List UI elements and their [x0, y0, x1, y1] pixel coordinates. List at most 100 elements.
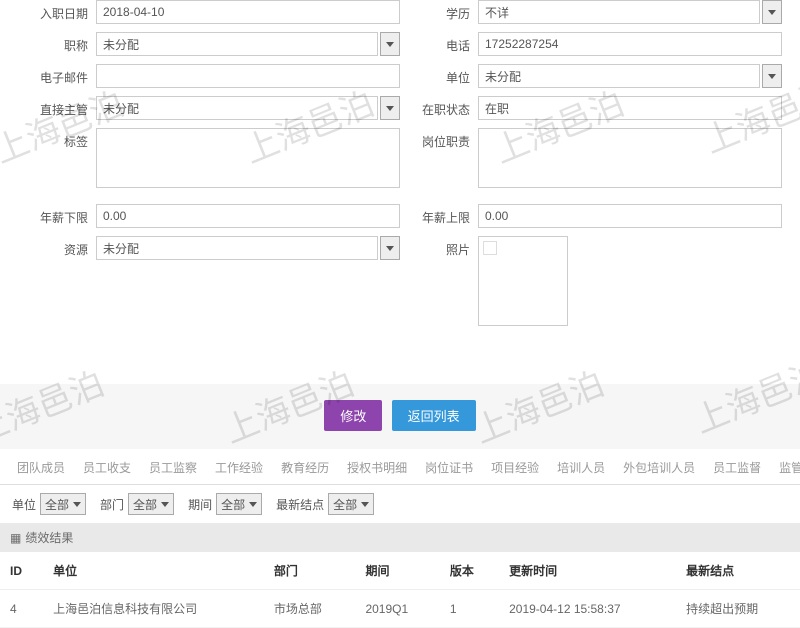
- select-job-title[interactable]: [96, 32, 378, 56]
- table-header-cell: 最新结点: [676, 552, 800, 590]
- results-title: 绩效结果: [25, 529, 73, 546]
- textarea-job-desc[interactable]: [478, 128, 782, 188]
- dropdown-education[interactable]: [762, 0, 782, 24]
- filter-select-unit[interactable]: 全部: [40, 493, 86, 515]
- field-resource: 资源: [18, 236, 400, 260]
- list-icon: ▦: [10, 531, 21, 545]
- tab-7[interactable]: 项目经验: [482, 453, 548, 484]
- label-hire-date: 入职日期: [18, 0, 96, 22]
- table-header-cell: 更新时间: [499, 552, 676, 590]
- table-header-cell: 期间: [355, 552, 439, 590]
- filter-latest: 最新结点 全部: [276, 493, 374, 515]
- table-header-cell: ID: [0, 552, 43, 590]
- filter-label-dept: 部门: [100, 496, 124, 513]
- input-email[interactable]: [96, 64, 400, 88]
- results-header: ▦ 绩效结果: [0, 523, 800, 552]
- input-salary-high[interactable]: [478, 204, 782, 228]
- tab-9[interactable]: 外包培训人员: [614, 453, 704, 484]
- select-supervisor[interactable]: [96, 96, 378, 120]
- tab-4[interactable]: 教育经历: [272, 453, 338, 484]
- select-unit[interactable]: [478, 64, 760, 88]
- filter-value-unit: 全部: [45, 496, 69, 513]
- tab-1[interactable]: 员工收支: [74, 453, 140, 484]
- tab-5[interactable]: 授权书明细: [338, 453, 416, 484]
- label-salary-high: 年薪上限: [400, 204, 478, 226]
- field-tags: 标签: [18, 128, 400, 188]
- table-header-cell: 单位: [43, 552, 264, 590]
- select-education[interactable]: [478, 0, 760, 24]
- chevron-down-icon: [386, 246, 394, 251]
- label-phone: 电话: [400, 32, 478, 54]
- filter-unit: 单位 全部: [12, 493, 86, 515]
- chevron-down-icon: [386, 42, 394, 47]
- input-phone[interactable]: [478, 32, 782, 56]
- form-area: 入职日期 职称 电子邮件 直接主管 标签 年薪下: [0, 0, 800, 344]
- edit-button[interactable]: 修改: [324, 400, 382, 431]
- field-status: 在职状态: [400, 96, 782, 120]
- table-row[interactable]: 4上海邑泊信息科技有限公司市场总部2019Q112019-04-12 15:58…: [0, 590, 800, 628]
- input-salary-low[interactable]: [96, 204, 400, 228]
- back-button[interactable]: 返回列表: [392, 400, 476, 431]
- field-salary-high: 年薪上限: [400, 204, 782, 228]
- tab-8[interactable]: 培训人员: [548, 453, 614, 484]
- filter-dept: 部门 全部: [100, 493, 174, 515]
- field-education: 学历: [400, 0, 782, 24]
- filter-value-period: 全部: [221, 496, 245, 513]
- input-hire-date[interactable]: [96, 0, 400, 24]
- filter-bar: 单位 全部 部门 全部 期间 全部 最新结点 全部: [0, 485, 800, 523]
- table-cell: 2019-04-12 15:58:37: [499, 590, 676, 628]
- select-resource[interactable]: [96, 236, 378, 260]
- filter-label-period: 期间: [188, 496, 212, 513]
- field-supervisor: 直接主管: [18, 96, 400, 120]
- filter-select-dept[interactable]: 全部: [128, 493, 174, 515]
- label-job-desc: 岗位职责: [400, 128, 478, 150]
- table-cell: 1: [440, 590, 499, 628]
- dropdown-supervisor[interactable]: [380, 96, 400, 120]
- field-hire-date: 入职日期: [18, 0, 400, 24]
- chevron-down-icon: [249, 502, 257, 507]
- tab-10[interactable]: 员工监督: [704, 453, 770, 484]
- photo-box[interactable]: [478, 236, 568, 326]
- table-cell: 持续超出预期: [676, 590, 800, 628]
- chevron-down-icon: [386, 106, 394, 111]
- label-unit: 单位: [400, 64, 478, 86]
- field-job-title: 职称: [18, 32, 400, 56]
- label-education: 学历: [400, 0, 478, 22]
- image-placeholder-icon: [483, 241, 497, 255]
- table-cell: 市场总部: [264, 590, 356, 628]
- chevron-down-icon: [73, 502, 81, 507]
- tab-11[interactable]: 监管人员: [770, 453, 800, 484]
- label-email: 电子邮件: [18, 64, 96, 86]
- filter-label-unit: 单位: [12, 496, 36, 513]
- filter-select-latest[interactable]: 全部: [328, 493, 374, 515]
- table-cell: 2019Q1: [355, 590, 439, 628]
- label-tags: 标签: [18, 128, 96, 150]
- filter-value-dept: 全部: [133, 496, 157, 513]
- chevron-down-icon: [361, 502, 369, 507]
- label-supervisor: 直接主管: [18, 96, 96, 118]
- textarea-tags[interactable]: [96, 128, 400, 188]
- dropdown-job-title[interactable]: [380, 32, 400, 56]
- table-cell: 4: [0, 590, 43, 628]
- chevron-down-icon: [161, 502, 169, 507]
- filter-select-period[interactable]: 全部: [216, 493, 262, 515]
- table-header-row: ID单位部门期间版本更新时间最新结点: [0, 552, 800, 590]
- tab-6[interactable]: 岗位证书: [416, 453, 482, 484]
- table-cell: 上海邑泊信息科技有限公司: [43, 590, 264, 628]
- label-status: 在职状态: [400, 96, 478, 118]
- label-photo: 照片: [400, 236, 478, 258]
- dropdown-resource[interactable]: [380, 236, 400, 260]
- tab-2[interactable]: 员工监察: [140, 453, 206, 484]
- label-resource: 资源: [18, 236, 96, 258]
- tab-0[interactable]: 团队成员: [8, 453, 74, 484]
- input-status[interactable]: [478, 96, 782, 120]
- results-table: ID单位部门期间版本更新时间最新结点 4上海邑泊信息科技有限公司市场总部2019…: [0, 552, 800, 628]
- label-salary-low: 年薪下限: [18, 204, 96, 226]
- filter-period: 期间 全部: [188, 493, 262, 515]
- field-unit: 单位: [400, 64, 782, 88]
- dropdown-unit[interactable]: [762, 64, 782, 88]
- chevron-down-icon: [768, 10, 776, 15]
- filter-label-latest: 最新结点: [276, 496, 324, 513]
- tab-3[interactable]: 工作经验: [206, 453, 272, 484]
- field-salary-low: 年薪下限: [18, 204, 400, 228]
